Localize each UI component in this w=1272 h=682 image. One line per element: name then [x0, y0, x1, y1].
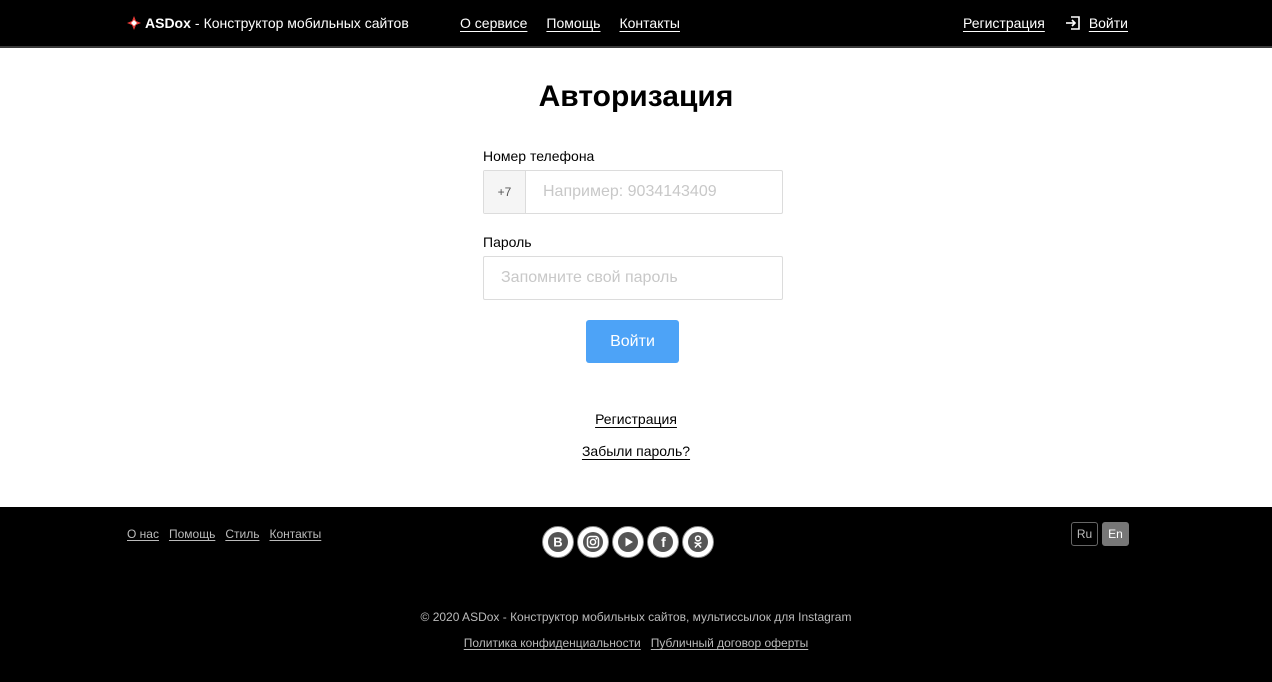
lang-ru-button[interactable]: Ru: [1071, 522, 1098, 546]
login-form: Номер телефона +7 Пароль: [483, 148, 783, 300]
phone-label: Номер телефона: [483, 148, 595, 164]
register-link-wrap: Регистрация: [0, 411, 1272, 427]
instagram-icon[interactable]: [577, 526, 609, 558]
password-label: Пароль: [483, 234, 532, 250]
site-footer: О нас Помощь Стиль Контакты B f Ru En © …: [0, 507, 1272, 682]
odnoklassniki-icon[interactable]: [682, 526, 714, 558]
privacy-policy-link[interactable]: Политика конфиденциальности: [464, 636, 641, 650]
page-title: Авторизация: [538, 80, 734, 113]
brand-separator: -: [194, 15, 200, 31]
header-nav: О сервисе Помощь Контакты: [460, 15, 680, 31]
forgot-link-wrap: Забыли пароль?: [0, 443, 1272, 459]
register-link[interactable]: Регистрация: [595, 411, 677, 427]
header-register-link[interactable]: Регистрация: [963, 15, 1045, 31]
header-auth: Регистрация Войти: [963, 15, 1128, 31]
footer-link-help[interactable]: Помощь: [169, 527, 215, 541]
brand[interactable]: ASDox - Конструктор мобильных сайтов: [127, 15, 409, 31]
facebook-icon[interactable]: f: [647, 526, 679, 558]
legal-links: Политика конфиденциальности Публичный до…: [0, 636, 1272, 650]
login-submit-button[interactable]: Войти: [586, 320, 679, 363]
nav-link-help[interactable]: Помощь: [546, 15, 600, 31]
footer-nav: О нас Помощь Стиль Контакты: [127, 527, 321, 541]
phone-input[interactable]: [526, 171, 782, 213]
public-offer-link[interactable]: Публичный договор оферты: [651, 636, 808, 650]
phone-input-group: +7: [483, 170, 783, 214]
copyright-text: © 2020 ASDox - Конструктор мобильных сай…: [420, 610, 852, 624]
phone-prefix: +7: [484, 171, 526, 213]
forgot-password-link[interactable]: Забыли пароль?: [582, 443, 690, 459]
youtube-icon[interactable]: [612, 526, 644, 558]
asdox-logo-icon: [127, 16, 141, 30]
password-input[interactable]: [483, 256, 783, 300]
brand-tagline: Конструктор мобильных сайтов: [203, 15, 409, 31]
lang-en-button[interactable]: En: [1102, 522, 1129, 546]
language-switcher: Ru En: [1071, 522, 1129, 546]
nav-link-contacts[interactable]: Контакты: [619, 15, 679, 31]
social-links: B f: [542, 526, 714, 558]
nav-link-about[interactable]: О сервисе: [460, 15, 527, 31]
footer-link-style[interactable]: Стиль: [225, 527, 259, 541]
site-header: ASDox - Конструктор мобильных сайтов О с…: [0, 0, 1272, 48]
footer-link-about[interactable]: О нас: [127, 527, 159, 541]
vk-icon[interactable]: B: [542, 526, 574, 558]
svg-text:B: B: [553, 535, 562, 550]
footer-link-contacts[interactable]: Контакты: [269, 527, 321, 541]
brand-name: ASDox: [145, 15, 191, 31]
header-login-link[interactable]: Войти: [1065, 15, 1128, 31]
login-icon: [1065, 16, 1080, 30]
header-login-label: Войти: [1088, 15, 1128, 31]
svg-text:f: f: [661, 534, 666, 550]
